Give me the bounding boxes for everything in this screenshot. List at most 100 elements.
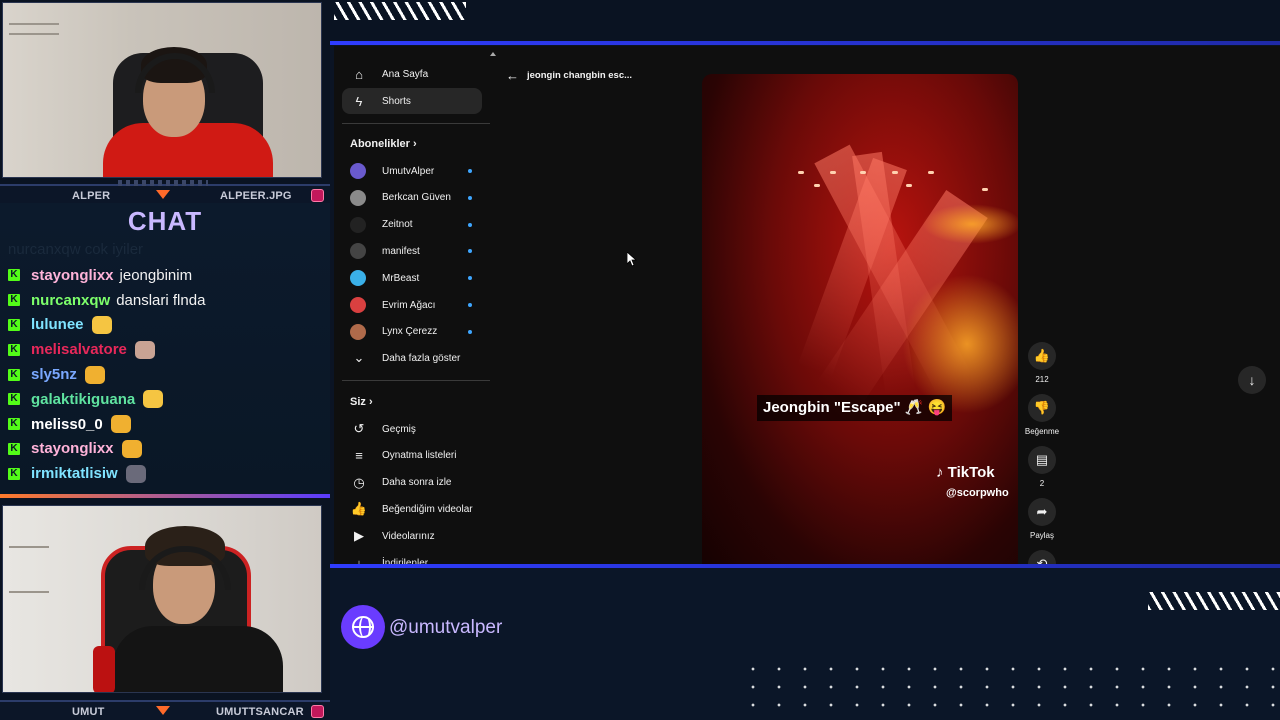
kick-badge-icon: K [8,318,20,331]
chat-message-list: Kstayonglixx jeongbinim Knurcanxqw danslari… [8,263,205,486]
chat-message: Kgalaktikiguana [8,387,205,412]
kick-badge-icon: K [8,343,20,356]
subscription-item[interactable]: Lynx Çerezz [342,319,482,345]
channel-avatar [350,323,366,340]
remix-button[interactable]: ⟲ [1028,550,1056,564]
channel-name: Berkcan Güven [382,192,451,204]
chat-username[interactable]: irmiktatlisiw [31,465,118,482]
new-content-dot [468,222,472,227]
back-arrow-icon[interactable]: ← [506,68,519,83]
chat-username[interactable]: stayonglixx [31,267,114,284]
chat-emote-icon [110,415,131,434]
subscription-item[interactable]: manifest [342,238,482,264]
sidebar-item-download[interactable]: ↓ İndirilenler [342,550,482,565]
new-content-dot [468,195,472,200]
shorts-icon: ϟ [355,93,363,109]
stage-light [982,188,988,191]
history-icon: ↺ [353,421,365,436]
comment-button[interactable]: ▤ [1028,446,1056,474]
stage-light [906,184,912,187]
channel-avatar [350,270,366,287]
stream-overlay: ALPER ALPEER.JPG CHAT nurcanxqw cok iyil… [0,0,1280,720]
subscription-item[interactable]: UmutvAlper [342,158,482,184]
share-label: Paylaş [1029,531,1054,540]
chat-username[interactable]: melisalvatore [31,341,127,358]
sidebar-item-like[interactable]: 👍 Beğendiğim videolar [342,496,482,522]
chat-username[interactable]: meliss0_0 [31,416,103,433]
stage-light [928,171,934,174]
show-more-button[interactable]: ⌄ Daha fazla göster [342,345,482,371]
wall-shelf [9,591,49,593]
scroll-up-icon[interactable] [490,52,496,56]
kick-badge-icon: K [8,393,20,406]
subscription-item[interactable]: Zeitnot [342,212,482,238]
new-content-dot [468,276,472,281]
stage-glow [922,204,1018,244]
tiktok-handle: @scorpwho [946,487,1009,499]
chat-emote-icon [121,439,142,458]
kick-badge-icon: K [8,269,20,282]
chat-message: Kmeliss0_0 [8,412,205,437]
chat-username[interactable]: nurcanxqw [31,292,110,309]
faded-chat-message: nurcanxqw cok iyiler [8,241,144,258]
chat-message: Knurcanxqw danslari flnda [8,288,205,313]
wall-shelf [9,546,49,548]
chat-text: danslari flnda [116,291,206,309]
next-short-button[interactable]: ↓ [1238,366,1266,394]
playlist-icon: ≡ [355,448,363,464]
streamer-name-left: ALPER [72,190,111,202]
chat-username[interactable]: lulunee [31,316,84,333]
subscription-item[interactable]: MrBeast [342,265,482,291]
back-row[interactable]: ← jeongin changbin esc... [506,68,632,83]
sidebar-item-label: Oynatma listeleri [382,450,457,462]
sidebar-divider [342,380,490,381]
sidebar-item-shorts[interactable]: ϟ Shorts [342,88,482,114]
chat-username[interactable]: sly5nz [31,366,77,383]
sidebar-item-home[interactable]: ⌂ Ana Sayfa [342,61,482,87]
sidebar-item-label: Daha sonra izle [382,477,452,489]
short-video-player[interactable]: Jeongbin "Escape" 🥂 😝 ♪ TikTok @scorpwho [702,74,1018,564]
chat-border [0,494,330,498]
stage-light [798,171,804,174]
sidebar-item-video[interactable]: ▶ Videolarınız [342,523,482,549]
channel-avatar [350,216,366,233]
streamer-name-left: UMUT [72,706,105,718]
clock-icon: ◷ [353,474,365,490]
stage-light [860,171,866,174]
accent-line-top [330,41,1280,45]
subscription-item[interactable]: Berkcan Güven [342,185,482,211]
like-count: 212 [1035,375,1049,384]
chat-message: Kstayonglixx [8,437,205,462]
stage-light [814,184,820,187]
you-header[interactable]: Siz › [350,396,373,408]
channel-name: Lynx Çerezz [382,326,438,338]
chat-username[interactable]: galaktikiguana [31,391,135,408]
stage-glow [902,274,1018,414]
home-icon: ⌂ [355,66,363,82]
remix-icon: ⟲ [1036,556,1048,564]
dislike-button[interactable]: 👎 [1028,394,1056,422]
channel-name: UmutvAlper [382,165,435,177]
kick-badge-icon: K [8,467,20,480]
chat-message: Klulunee [8,313,205,338]
subscription-item[interactable]: Evrim Ağacı [342,292,482,318]
tiktok-label: TikTok [947,464,995,481]
comment-icon: ▤ [1035,452,1049,467]
sidebar-item-playlist[interactable]: ≡ Oynatma listeleri [342,443,482,469]
globe-icon [341,605,385,649]
like-button[interactable]: 👍 [1028,342,1056,370]
chat-message: Kmelisalvatore [8,337,205,362]
show-more-label: Daha fazla göster [382,352,461,364]
subscriptions-label: Abonelikler [350,138,410,150]
sidebar-item-history[interactable]: ↺ Geçmiş [342,416,482,442]
chevron-down-icon: ⌄ [353,350,365,365]
chat-message: Ksly5nz [8,362,205,387]
chat-message: Kirmiktatlisiw [8,461,205,486]
share-button[interactable]: ➦ [1028,498,1056,526]
chat-username[interactable]: stayonglixx [31,440,114,457]
sidebar-item-clock[interactable]: ◷ Daha sonra izle [342,470,482,496]
channel-avatar [350,297,366,313]
channel-name: Evrim Ağacı [382,299,436,311]
subscriptions-header[interactable]: Abonelikler › [350,138,417,150]
streamer-name-right: UMUTTSANCAR [216,706,304,718]
